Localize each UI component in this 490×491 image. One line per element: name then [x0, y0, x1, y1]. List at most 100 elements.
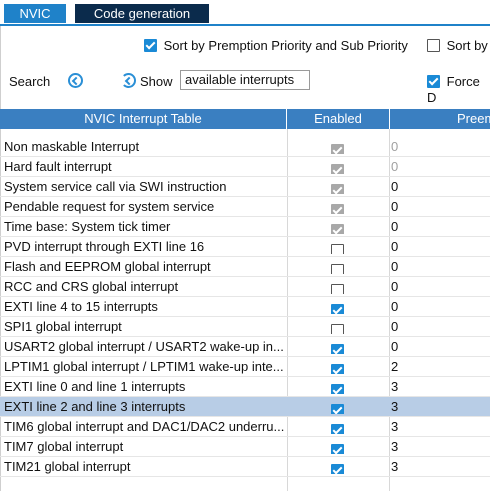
table-row[interactable]: PVD interrupt through EXTI line 16 0 — [0, 237, 490, 257]
table-row[interactable]: RCC and CRS global interrupt 0 — [0, 277, 490, 297]
interrupt-name: EXTI line 4 to 15 interrupts — [4, 299, 158, 314]
sort-other-label: Sort by — [446, 38, 488, 53]
force-option[interactable]: Force D — [427, 74, 490, 105]
tab-underline — [0, 24, 490, 26]
preemption-priority[interactable]: 0 — [391, 197, 398, 217]
interrupt-name: PVD interrupt through EXTI line 16 — [4, 239, 205, 254]
column-header-preemption[interactable]: Preem — [390, 109, 490, 129]
preemption-priority[interactable]: 3 — [391, 377, 398, 397]
enabled-checkbox[interactable] — [331, 444, 344, 454]
enabled-cell — [331, 141, 344, 154]
interrupt-name: EXTI line 0 and line 1 interrupts — [4, 379, 186, 394]
enabled-cell — [331, 321, 344, 334]
interrupt-name: LPTIM1 global interrupt / LPTIM1 wake-up… — [4, 359, 284, 374]
table-row[interactable]: Pendable request for system service 0 — [0, 197, 490, 217]
sort-other-option[interactable]: Sort by — [427, 38, 488, 54]
sort-priority-label: Sort by Premption Priority and Sub Prior… — [163, 38, 408, 53]
preemption-priority[interactable]: 0 — [391, 317, 398, 337]
tab-code-generation[interactable]: Code generation — [75, 4, 209, 23]
tab-nvic[interactable]: NVIC — [4, 4, 66, 23]
preemption-priority[interactable]: 3 — [391, 437, 398, 457]
table-row[interactable]: TIM6 global interrupt and DAC1/DAC2 unde… — [0, 417, 490, 437]
tab-bar: NVIC Code generation — [0, 0, 490, 26]
enabled-cell — [331, 401, 344, 414]
interrupt-name: TIM7 global interrupt — [4, 439, 124, 454]
enabled-checkbox — [331, 164, 344, 174]
preemption-priority[interactable]: 3 — [391, 397, 398, 417]
sort-priority-checkbox[interactable] — [144, 39, 157, 52]
table-row[interactable]: USART2 global interrupt / USART2 wake-up… — [0, 337, 490, 357]
table-row[interactable]: Non maskable Interrupt 0 — [0, 137, 490, 157]
enabled-cell — [331, 381, 344, 394]
enabled-cell — [331, 441, 344, 454]
table-header: NVIC Interrupt Table Enabled Preem — [0, 109, 490, 129]
enabled-checkbox — [331, 204, 344, 214]
enabled-checkbox[interactable] — [331, 264, 344, 274]
preemption-priority[interactable]: 3 — [391, 417, 398, 437]
interrupt-name: USART2 global interrupt / USART2 wake-up… — [4, 339, 284, 354]
enabled-checkbox[interactable] — [331, 384, 344, 394]
interrupt-name: EXTI line 2 and line 3 interrupts — [4, 399, 186, 414]
enabled-checkbox — [331, 224, 344, 234]
enabled-cell — [331, 241, 344, 254]
preemption-priority[interactable]: 0 — [391, 257, 398, 277]
interrupt-name: Non maskable Interrupt — [4, 139, 140, 154]
preemption-priority[interactable]: 0 — [391, 237, 398, 257]
enabled-cell — [331, 261, 344, 274]
enabled-cell — [331, 421, 344, 434]
enabled-checkbox[interactable] — [331, 404, 344, 414]
force-checkbox[interactable] — [427, 75, 440, 88]
enabled-checkbox[interactable] — [331, 304, 344, 314]
show-filter-select[interactable]: available interrupts — [180, 70, 310, 90]
search-next-icon[interactable] — [121, 73, 136, 88]
table-row[interactable]: TIM7 global interrupt 3 — [0, 437, 490, 457]
table-row[interactable]: TIM21 global interrupt 3 — [0, 457, 490, 477]
enabled-checkbox[interactable] — [331, 344, 344, 354]
table-row[interactable]: EXTI line 2 and line 3 interrupts 3 — [0, 397, 490, 417]
enabled-checkbox[interactable] — [331, 324, 344, 334]
preemption-priority[interactable]: 0 — [391, 177, 398, 197]
enabled-checkbox[interactable] — [331, 244, 344, 254]
interrupt-name: RCC and CRS global interrupt — [4, 279, 179, 294]
preemption-priority[interactable]: 0 — [391, 337, 398, 357]
enabled-cell — [331, 281, 344, 294]
table-row[interactable]: Time base: System tick timer 0 — [0, 217, 490, 237]
enabled-cell — [331, 201, 344, 214]
enabled-checkbox — [331, 184, 344, 194]
preemption-priority[interactable]: 0 — [391, 297, 398, 317]
sort-other-checkbox[interactable] — [427, 39, 440, 52]
enabled-checkbox — [331, 144, 344, 154]
enabled-cell — [331, 461, 344, 474]
enabled-checkbox[interactable] — [331, 464, 344, 474]
table-row[interactable]: EXTI line 0 and line 1 interrupts 3 — [0, 377, 490, 397]
table-row[interactable]: Hard fault interrupt 0 — [0, 157, 490, 177]
enabled-cell — [331, 361, 344, 374]
interrupt-name: Pendable request for system service — [4, 199, 215, 214]
column-header-interrupt[interactable]: NVIC Interrupt Table — [0, 109, 287, 129]
preemption-priority[interactable]: 0 — [391, 137, 398, 157]
preemption-priority[interactable]: 3 — [391, 457, 398, 477]
enabled-checkbox[interactable] — [331, 364, 344, 374]
preemption-priority[interactable]: 0 — [391, 217, 398, 237]
column-header-enabled[interactable]: Enabled — [287, 109, 390, 129]
search-previous-icon[interactable] — [68, 73, 83, 88]
preemption-priority[interactable]: 0 — [391, 157, 398, 177]
enabled-checkbox[interactable] — [331, 284, 344, 294]
table-row[interactable]: LPTIM1 global interrupt / LPTIM1 wake-up… — [0, 357, 490, 377]
enabled-checkbox[interactable] — [331, 424, 344, 434]
table-row[interactable]: Flash and EEPROM global interrupt 0 — [0, 257, 490, 277]
sort-priority-option[interactable]: Sort by Premption Priority and Sub Prior… — [144, 38, 408, 54]
table-row[interactable]: EXTI line 4 to 15 interrupts 0 — [0, 297, 490, 317]
enabled-cell — [331, 161, 344, 174]
interrupt-name: System service call via SWI instruction — [4, 179, 227, 194]
show-label: Show — [140, 74, 173, 89]
enabled-cell — [331, 301, 344, 314]
preemption-priority[interactable]: 2 — [391, 357, 398, 377]
interrupt-name: Time base: System tick timer — [4, 219, 171, 234]
interrupt-name: Flash and EEPROM global interrupt — [4, 259, 211, 274]
preemption-priority[interactable]: 0 — [391, 277, 398, 297]
table-row[interactable]: System service call via SWI instruction 0 — [0, 177, 490, 197]
interrupt-name: TIM21 global interrupt — [4, 459, 131, 474]
enabled-cell — [331, 341, 344, 354]
table-row[interactable]: SPI1 global interrupt 0 — [0, 317, 490, 337]
